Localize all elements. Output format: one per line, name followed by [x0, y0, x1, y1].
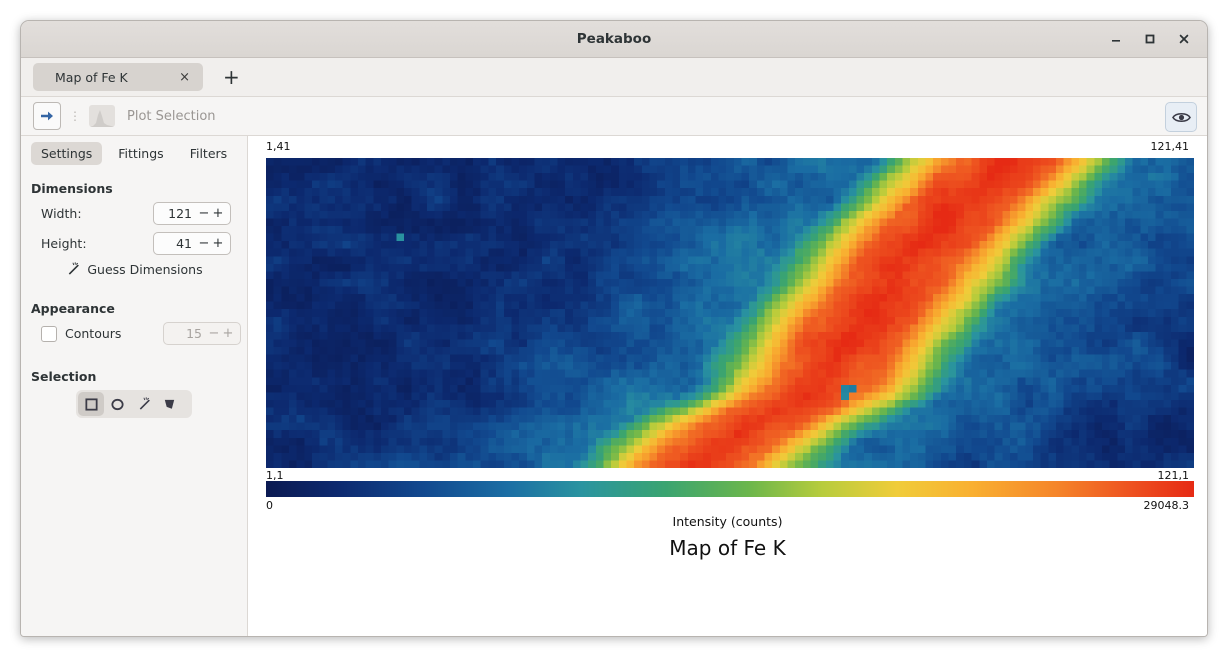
- colorbar-axis-label: Intensity (counts): [672, 514, 783, 529]
- plot-panel: 1,41 121,41 1,1 121,1 0 29048.3 Intensit…: [248, 136, 1207, 636]
- minimize-button[interactable]: [1099, 22, 1133, 56]
- contours-value[interactable]: 15: [164, 326, 207, 341]
- app-window: Peakaboo Map of Fe K × + ⋮ Plot Selectio…: [20, 20, 1208, 637]
- appearance-heading: Appearance: [31, 301, 115, 316]
- width-value[interactable]: 121: [154, 206, 197, 221]
- tab-close-icon[interactable]: ×: [176, 69, 193, 86]
- width-decrement-button[interactable]: −: [197, 207, 211, 220]
- selection-tool-group: [76, 390, 192, 418]
- tab-strip: Map of Fe K × +: [21, 58, 1207, 97]
- selection-heading: Selection: [31, 369, 97, 384]
- heatmap-canvas[interactable]: [266, 158, 1194, 468]
- contours-label: Contours: [65, 326, 122, 341]
- magic-wand-icon: [69, 262, 80, 275]
- height-label: Height:: [41, 236, 87, 251]
- contours-increment-button[interactable]: +: [221, 327, 235, 340]
- magic-wand-icon: [139, 396, 150, 410]
- height-value[interactable]: 41: [154, 236, 197, 251]
- map-corner-top-left: 1,41: [266, 140, 291, 153]
- height-increment-button[interactable]: +: [211, 237, 225, 250]
- dimensions-heading: Dimensions: [31, 181, 113, 196]
- maximize-button[interactable]: [1133, 22, 1167, 56]
- window-title: Peakaboo: [576, 31, 652, 47]
- toolbar-separator: ⋮: [69, 109, 81, 123]
- width-stepper[interactable]: 121 − +: [153, 202, 231, 225]
- square-icon: [84, 397, 98, 411]
- contours-decrement-button[interactable]: −: [207, 327, 221, 340]
- tab-label: Map of Fe K: [55, 69, 128, 85]
- close-button[interactable]: [1167, 22, 1201, 56]
- circle-icon: [110, 398, 124, 410]
- spectrum-thumbnail-icon: [89, 105, 115, 127]
- width-label: Width:: [41, 206, 82, 221]
- plot-title: Map of Fe K: [669, 536, 786, 560]
- toolbar: ⋮ Plot Selection: [21, 97, 1207, 136]
- contours-checkbox[interactable]: [41, 325, 57, 342]
- width-increment-button[interactable]: +: [211, 207, 225, 220]
- guess-dimensions-button[interactable]: Guess Dimensions: [21, 262, 247, 277]
- screenshot-root: Peakaboo Map of Fe K × + ⋮ Plot Selectio…: [0, 0, 1228, 655]
- plot-selection-label: Plot Selection: [127, 108, 216, 124]
- height-decrement-button[interactable]: −: [197, 237, 211, 250]
- guess-dimensions-label: Guess Dimensions: [87, 262, 203, 277]
- arrow-right-icon: [41, 111, 53, 121]
- rectangle-select-tool[interactable]: [78, 392, 104, 416]
- contours-stepper[interactable]: 15 − +: [163, 322, 241, 345]
- contours-row: Contours 15 − +: [21, 322, 247, 345]
- eye-icon: [1171, 112, 1191, 122]
- main-body: Settings Fittings Filters Dimensions Wid…: [21, 136, 1207, 636]
- map-plot: 1,41 121,41 1,1 121,1 0 29048.3 Intensit…: [248, 136, 1207, 636]
- tab-map-of-fe-k[interactable]: Map of Fe K ×: [33, 63, 203, 91]
- tab-fittings[interactable]: Fittings: [108, 142, 173, 165]
- window-controls: [1099, 21, 1201, 57]
- height-stepper[interactable]: 41 − +: [153, 232, 231, 255]
- height-row: Height: 41 − +: [21, 232, 247, 255]
- visibility-toggle-button[interactable]: [1165, 102, 1197, 132]
- colorbar: [266, 481, 1194, 497]
- similar-select-tool[interactable]: [156, 392, 182, 416]
- title-bar: Peakaboo: [21, 21, 1207, 58]
- tab-filters[interactable]: Filters: [180, 142, 237, 165]
- colorbar-min-label: 0: [266, 499, 273, 512]
- export-button[interactable]: [33, 102, 61, 130]
- sidebar-tabs: Settings Fittings Filters: [21, 136, 247, 169]
- polygon-icon: [164, 399, 174, 409]
- colorbar-max-label: 29048.3: [1143, 499, 1190, 512]
- tab-settings[interactable]: Settings: [31, 142, 103, 165]
- ellipse-select-tool[interactable]: [104, 392, 130, 416]
- sidebar: Settings Fittings Filters Dimensions Wid…: [21, 136, 248, 636]
- new-tab-button[interactable]: +: [217, 67, 246, 87]
- map-corner-top-right: 121,41: [1150, 140, 1190, 153]
- width-row: Width: 121 − +: [21, 202, 247, 225]
- magic-wand-select-tool[interactable]: [130, 392, 156, 416]
